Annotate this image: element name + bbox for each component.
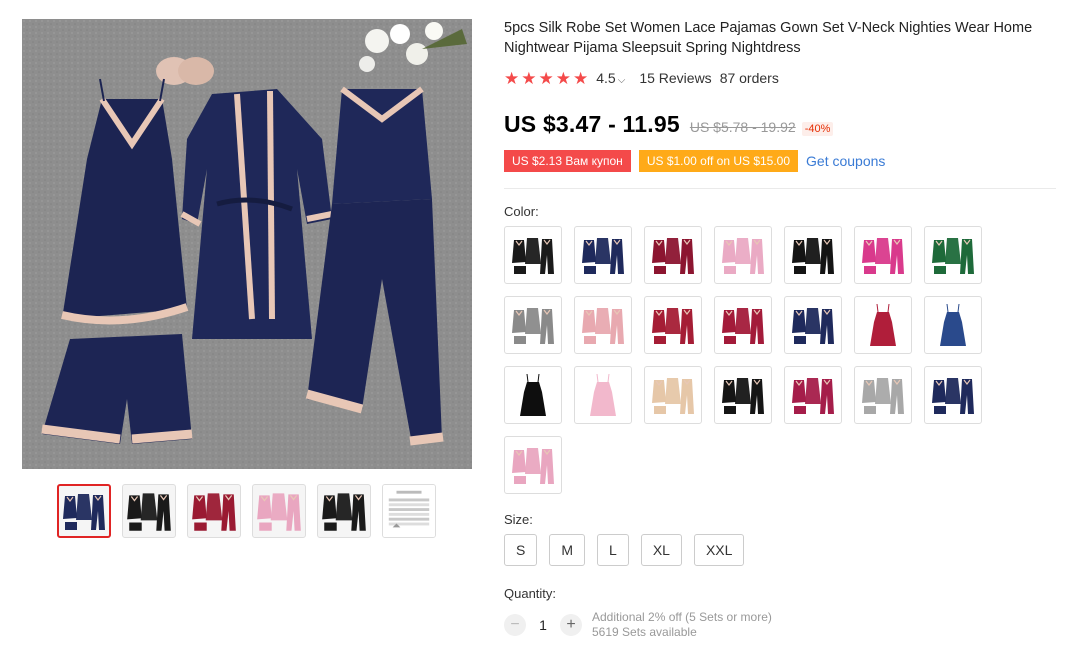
coupons-row: US $2.13 Вам купон US $1.00 off on US $1… <box>504 150 1056 172</box>
size-option-m[interactable]: M <box>549 534 586 566</box>
size-option-xl[interactable]: XL <box>640 534 682 566</box>
discount-badge: -40% <box>801 122 834 136</box>
size-label: Size: <box>504 512 533 527</box>
reviews-link[interactable]: 15 Reviews <box>639 70 711 86</box>
rating-stars: ★ ★ ★ ★ ★ <box>504 70 588 87</box>
color-swatch[interactable] <box>574 226 632 284</box>
orders-count: 87 orders <box>719 70 779 86</box>
size-option-xxl[interactable]: XXL <box>693 534 745 566</box>
quantity-label: Quantity: <box>504 586 557 601</box>
color-swatch[interactable] <box>504 226 562 284</box>
color-label: Color: <box>504 204 539 219</box>
product-info: 5pcs Silk Robe Set Women Lace Pajamas Go… <box>504 18 1056 640</box>
color-swatch[interactable] <box>854 296 912 354</box>
star-icon: ★ <box>573 68 589 88</box>
color-swatch[interactable] <box>924 296 982 354</box>
color-swatch[interactable] <box>644 296 702 354</box>
color-swatch[interactable] <box>504 296 562 354</box>
thumbnail-3[interactable] <box>187 484 241 538</box>
size-option-l[interactable]: L <box>597 534 629 566</box>
star-icon: ★ <box>555 68 571 88</box>
size-chart-image <box>383 485 435 537</box>
thumbnail-size-chart[interactable] <box>382 484 436 538</box>
color-swatch[interactable] <box>854 226 912 284</box>
quantity-stepper: − 1 + Additional 2% off (5 Sets or more)… <box>504 610 1056 640</box>
product-title: 5pcs Silk Robe Set Women Lace Pajamas Go… <box>504 20 1033 56</box>
quantity-info: Additional 2% off (5 Sets or more) 5619 … <box>592 610 772 640</box>
color-swatch[interactable] <box>504 366 562 424</box>
thumbnail-2[interactable] <box>122 484 176 538</box>
size-option-s[interactable]: S <box>504 534 538 566</box>
stock-available-text: 5619 Sets available <box>592 625 697 639</box>
increase-quantity-button[interactable]: + <box>560 614 582 636</box>
color-swatch[interactable] <box>714 226 772 284</box>
thumbnail-image <box>322 493 366 531</box>
thumbnail-5[interactable] <box>317 484 371 538</box>
rating-value[interactable]: 4.5 ⌵ <box>596 70 625 86</box>
color-swatch[interactable] <box>574 296 632 354</box>
size-options: S M L XL XXL <box>504 534 1056 566</box>
current-price: US $3.47 - 11.95 <box>504 111 680 137</box>
thumbnail-image <box>192 493 236 531</box>
thumbnail-image <box>257 493 301 531</box>
color-swatch[interactable] <box>784 226 842 284</box>
get-coupons-link[interactable]: Get coupons <box>806 153 885 169</box>
original-price: US $5.78 - 19.92 <box>689 119 796 135</box>
color-swatch[interactable] <box>784 296 842 354</box>
thumbnail-image <box>127 493 171 531</box>
color-swatch[interactable] <box>504 436 562 494</box>
chevron-down-icon: ⌵ <box>617 75 626 86</box>
rating-row: ★ ★ ★ ★ ★ 4.5 ⌵ 15 Reviews 87 orders <box>504 68 1056 88</box>
color-swatch[interactable] <box>714 366 772 424</box>
color-swatch[interactable] <box>854 366 912 424</box>
quantity-value[interactable]: 1 <box>526 617 560 633</box>
thumbnail-image <box>63 494 105 530</box>
decrease-quantity-button[interactable]: − <box>504 614 526 636</box>
thumbnail-4[interactable] <box>252 484 306 538</box>
product-photo <box>22 19 472 469</box>
color-swatch[interactable] <box>784 366 842 424</box>
star-icon: ★ <box>504 68 520 88</box>
store-coupon-badge[interactable]: US $2.13 Вам купон <box>504 150 631 172</box>
star-icon: ★ <box>521 68 537 88</box>
color-swatch[interactable] <box>574 366 632 424</box>
thumbnail-strip <box>57 484 436 538</box>
color-swatch[interactable] <box>644 226 702 284</box>
color-swatch[interactable] <box>644 366 702 424</box>
rating-number: 4.5 <box>596 70 616 86</box>
main-product-image[interactable] <box>22 19 472 469</box>
thumbnail-1[interactable] <box>57 484 111 538</box>
color-swatches <box>504 226 1056 494</box>
color-swatch[interactable] <box>924 226 982 284</box>
bulk-offer-text: Additional 2% off (5 Sets or more) <box>592 610 772 624</box>
price-row: US $3.47 - 11.95 US $5.78 - 19.92 -40% <box>504 111 1056 138</box>
color-swatch[interactable] <box>714 296 772 354</box>
divider <box>504 188 1056 189</box>
offer-coupon-badge[interactable]: US $1.00 off on US $15.00 <box>638 150 799 172</box>
color-swatch[interactable] <box>924 366 982 424</box>
star-icon: ★ <box>538 68 554 88</box>
